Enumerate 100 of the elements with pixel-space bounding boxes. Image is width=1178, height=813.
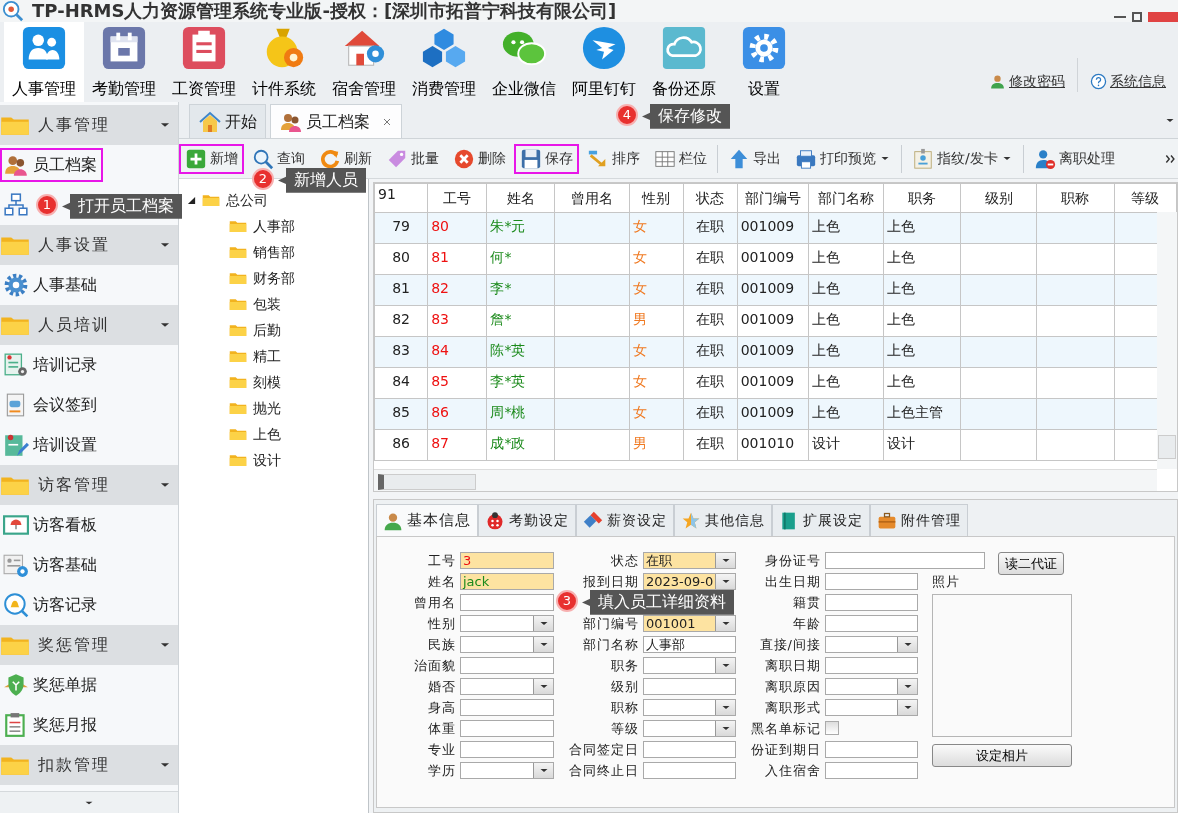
tooltip: 新增人员 (278, 168, 366, 193)
field-label: 民族 (427, 636, 456, 653)
field-label: 状态 (610, 552, 639, 569)
table-cell: 001010 (737, 429, 809, 461)
field-label: 工号 (427, 552, 456, 569)
table-cell: 在职 (683, 429, 738, 461)
table-cell: 设计 (883, 429, 961, 461)
table-cell: 在职 (683, 274, 738, 306)
table-cell: 001009 (737, 336, 809, 368)
table-cell: 陈*英 (486, 336, 555, 368)
field-label: 籍贯 (792, 594, 821, 611)
table-cell: 上色 (808, 243, 884, 275)
table-cell: 上色 (808, 336, 884, 368)
field-label: 离职原因 (764, 678, 821, 695)
table-cell: 上色主管 (883, 398, 961, 430)
table-cell: 上色 (808, 367, 884, 399)
field-label: 部门名称 (582, 636, 639, 653)
table-cell: 男 (629, 305, 683, 337)
table-cell: 87 (427, 429, 487, 461)
field-label: 职称 (610, 699, 639, 716)
field-label: 直接/间接 (758, 636, 821, 653)
table-cell: 上色 (808, 212, 884, 244)
table-cell: 周*桃 (486, 398, 555, 430)
field-label: 专业 (427, 741, 456, 758)
field-label: 离职形式 (764, 699, 821, 716)
table-cell: 女 (629, 212, 683, 244)
row-number: 83 (374, 336, 428, 368)
field-label: 份证到期日 (750, 741, 821, 758)
table-cell: 001009 (737, 212, 809, 244)
table-cell: 在职 (683, 212, 738, 244)
field-label: 姓名 (427, 573, 456, 590)
table-cell: 李*英 (486, 367, 555, 399)
field-label: 黑名单标记 (750, 720, 821, 737)
field-label: 身份证号 (764, 552, 821, 569)
table-cell: 在职 (683, 243, 738, 275)
field-label: 性别 (427, 615, 456, 632)
field-label: 治面貌 (413, 657, 456, 674)
field-label: 婚否 (427, 678, 456, 695)
table-cell: 上色 (883, 274, 961, 306)
table-cell: 80 (427, 212, 487, 244)
table-cell: 84 (427, 336, 487, 368)
table-cell: 001009 (737, 243, 809, 275)
field-label: 离职日期 (764, 657, 821, 674)
table-cell: 81 (427, 243, 487, 275)
table-cell: 82 (427, 274, 487, 306)
row-number: 81 (374, 274, 428, 306)
table-cell: 85 (427, 367, 487, 399)
table-cell: 男 (629, 429, 683, 461)
field-label: 级别 (610, 678, 639, 695)
row-number: 85 (374, 398, 428, 430)
table-cell: 女 (629, 398, 683, 430)
row-number: 80 (374, 243, 428, 275)
row-number: 86 (374, 429, 428, 461)
field-label: 部门编号 (582, 615, 639, 632)
table-cell: 朱*元 (486, 212, 555, 244)
table-cell: 女 (629, 243, 683, 275)
field-label: 身高 (427, 699, 456, 716)
window-title: TP-HRMS人力资源管理系统专业版-授权：[深圳市拓普宁科技有限公司] (32, 1, 617, 21)
table-cell: 在职 (683, 305, 738, 337)
tooltip: 打开员工档案 (62, 194, 182, 219)
field-label: 等级 (610, 720, 639, 737)
table-cell: 李* (486, 274, 555, 306)
field-label: 年龄 (792, 615, 821, 632)
table-cell: 上色 (883, 336, 961, 368)
table-cell: 女 (629, 336, 683, 368)
table-cell: 001009 (737, 274, 809, 306)
photo-label: 照片 (932, 573, 961, 590)
table-cell: 在职 (683, 398, 738, 430)
table-cell: 詹* (486, 305, 555, 337)
table-cell: 上色 (808, 398, 884, 430)
table-cell: 女 (629, 274, 683, 306)
row-number: 82 (374, 305, 428, 337)
table-cell: 001009 (737, 367, 809, 399)
table-cell: 在职 (683, 336, 738, 368)
table-cell: 设计 (808, 429, 884, 461)
field-label: 体重 (427, 720, 456, 737)
field-label: 出生日期 (764, 573, 821, 590)
row-number: 84 (374, 367, 428, 399)
row-number-header: 91 (374, 183, 428, 213)
table-cell: 在职 (683, 367, 738, 399)
table-cell: 女 (629, 367, 683, 399)
row-number: 79 (374, 212, 428, 244)
table-cell: 上色 (883, 367, 961, 399)
table-cell: 上色 (883, 243, 961, 275)
field-label: 入住宿舍 (764, 762, 821, 779)
table-cell: 上色 (808, 305, 884, 337)
field-label: 学历 (427, 762, 456, 779)
table-cell: 成*政 (486, 429, 555, 461)
field-label: 职务 (610, 657, 639, 674)
table-cell: 上色 (808, 274, 884, 306)
field-label: 合同终止日 (568, 762, 639, 779)
table-cell: 上色 (883, 212, 961, 244)
table-cell: 001009 (737, 398, 809, 430)
table-cell: 001009 (737, 305, 809, 337)
field-label: 合同签定日 (568, 741, 639, 758)
table-cell: 83 (427, 305, 487, 337)
field-label: 曾用名 (413, 594, 456, 611)
table-cell: 上色 (883, 305, 961, 337)
tooltip: 填入员工详细资料 (582, 590, 734, 615)
tooltip: 保存修改 (642, 104, 730, 129)
